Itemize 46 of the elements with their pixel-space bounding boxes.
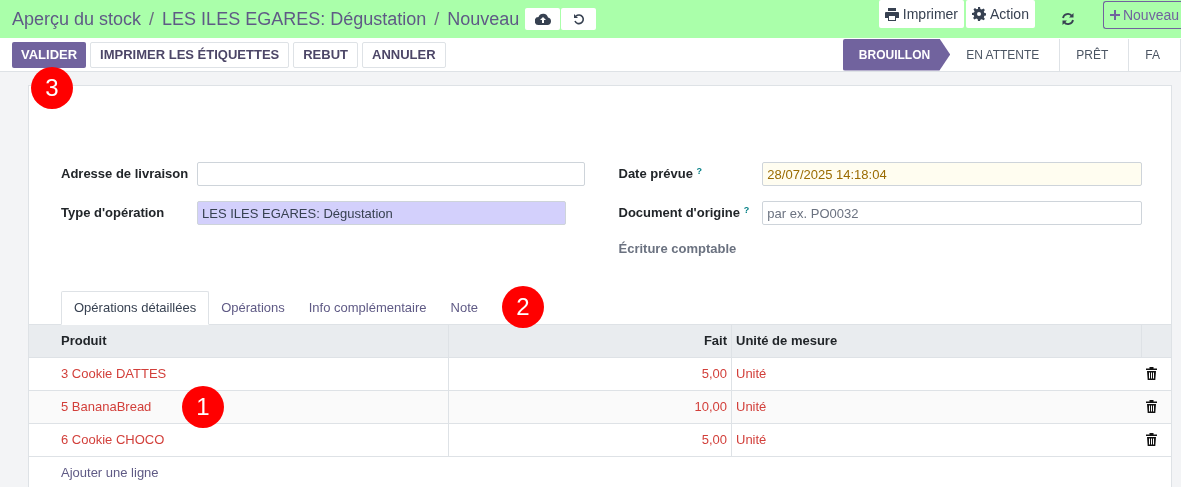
input-field[interactable] [197, 162, 585, 186]
column-header: Produit [29, 324, 449, 357]
settings-icon [972, 7, 987, 21]
printer-icon [884, 7, 899, 21]
discard-button[interactable] [561, 8, 597, 30]
save-button[interactable] [525, 8, 561, 30]
table-cell: 5,00 [449, 423, 732, 456]
new-button[interactable]: Nouveau [1102, 1, 1181, 29]
tab[interactable]: Opérations détaillées [61, 290, 210, 325]
table-cell: 10,00 [449, 390, 732, 423]
tab[interactable]: Note [438, 290, 490, 325]
field-label: Date prévue $^{?}$ [618, 164, 704, 183]
breadcrumb-separator: / [434, 7, 440, 31]
table-cell-text: Unité [735, 397, 768, 416]
plus-icon [1109, 10, 1120, 20]
cloud-upload-icon [534, 13, 551, 25]
field-label: Adresse de livraison [61, 165, 190, 183]
breadcrumb-link[interactable]: LES ILES EGARES: Dégustation [162, 5, 427, 33]
column-header: Unité de mesure [732, 324, 1142, 357]
trash-icon[interactable] [1146, 433, 1157, 446]
breadcrumb-link[interactable]: Aperçu du stock [12, 5, 142, 33]
input-field[interactable]: par ex. PO0032 [762, 201, 1142, 225]
undo-icon [572, 13, 585, 25]
tab[interactable]: Info complémentaire [296, 290, 439, 325]
field-label: Type d'opération [61, 204, 166, 222]
input-field[interactable]: 28/07/2025 14:18:04 [762, 162, 1142, 186]
table-cell-text: Unité [735, 364, 768, 383]
refresh-icon[interactable] [1060, 12, 1075, 26]
trash-icon[interactable] [1146, 367, 1157, 380]
table-cell: 5,00 [449, 357, 732, 390]
field-label: Document d'origine $^{?}$ [618, 203, 751, 222]
input-field[interactable]: LES ILES EGARES: Dégustation [197, 201, 566, 225]
header-button[interactable]: REBUT [293, 41, 358, 68]
header-button[interactable]: ANNULER [362, 41, 446, 68]
table-cell-text: Unité [735, 430, 768, 449]
toolbar-button[interactable]: Imprimer [878, 0, 965, 28]
breadcrumb-separator: / [149, 7, 155, 31]
header-button[interactable]: IMPRIMER LES ÉTIQUETTES [90, 41, 290, 68]
breadcrumb-current: Nouveau [447, 7, 520, 31]
status-step[interactable]: BROUILLON [842, 38, 951, 71]
validate-button[interactable]: VALIDER [12, 41, 87, 68]
trash-icon[interactable] [1146, 400, 1157, 413]
tab[interactable]: Opérations [209, 290, 297, 325]
add-line-link[interactable]: Ajouter une ligne [61, 463, 159, 483]
field-label: Écriture comptable [618, 240, 738, 258]
toolbar-button[interactable]: Action [966, 0, 1035, 28]
